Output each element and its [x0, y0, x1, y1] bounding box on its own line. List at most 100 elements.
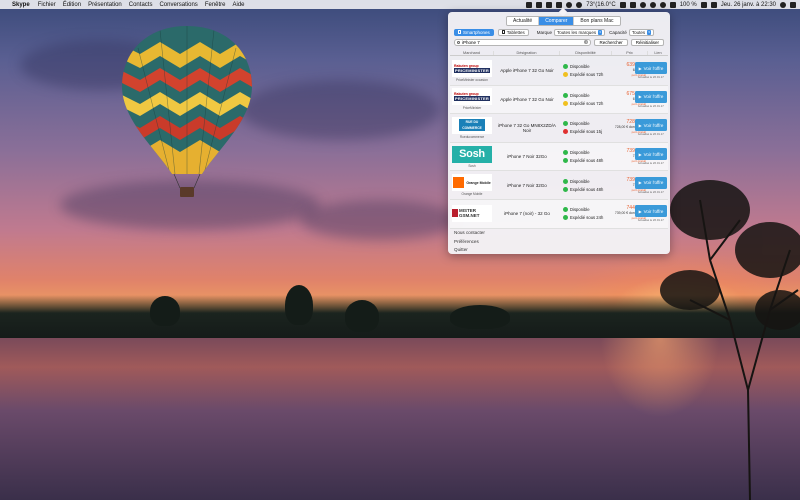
link-cell: ▶ Voir l'offre actualisé le 26.01.17: [635, 205, 668, 222]
merchant-logo: Rakuten group PRICEMINISTER: [452, 88, 492, 106]
rechercher-button[interactable]: Rechercher: [594, 38, 628, 46]
menu-contacts[interactable]: Contacts: [129, 2, 153, 8]
search-icon[interactable]: [780, 1, 786, 8]
voir-offre-button[interactable]: ▶ Voir l'offre: [635, 119, 667, 132]
updated-date: actualisé le 26.01.17: [638, 218, 664, 223]
tab-actualite[interactable]: Actualité: [507, 17, 540, 25]
availability: Disponible Expédié sous 48h: [560, 150, 612, 164]
column-header-lien[interactable]: Lien: [648, 51, 668, 55]
clear-search-icon[interactable]: ×: [584, 40, 589, 44]
notes-icon[interactable]: [629, 1, 636, 8]
logo-main-text: PRICEMINISTER: [454, 67, 490, 73]
voir-offre-button[interactable]: ▶ Voir l'offre: [635, 176, 667, 189]
shipping-status: Expédié sous 15j: [570, 129, 602, 135]
reinitialiser-button[interactable]: Réinitialiser: [630, 38, 664, 46]
link-cell: ▶ Voir l'offre actualisé le 26.01.17: [635, 62, 668, 79]
battery-percent[interactable]: 100 %: [680, 2, 697, 8]
link-cell: ▶ Voir l'offre actualisé le 26.01.17: [635, 119, 668, 136]
menu-edition[interactable]: Édition: [63, 2, 81, 8]
availability-status: Disponible: [570, 178, 590, 184]
tab-bar: Actualité Comparer Bon plans Mac: [506, 16, 621, 26]
weather-icon[interactable]: [576, 1, 583, 8]
table-row: Sosh Sosh iPhone 7 Noir 32Go Disponible …: [450, 142, 668, 172]
column-header-prix[interactable]: Prix: [612, 50, 648, 55]
marque-select[interactable]: Toutes les marques ▾: [554, 28, 606, 36]
filter-smartphones-label: Smartphones: [463, 29, 490, 35]
search-input[interactable]: iPhone 7 ×: [454, 38, 592, 46]
filter-smartphones[interactable]: Smartphones: [454, 28, 494, 36]
tab-comparer[interactable]: Comparer: [539, 17, 575, 25]
status-dot-icon: [563, 150, 568, 156]
quitter-link[interactable]: Quitter: [454, 246, 485, 255]
status-dot-icon: [563, 178, 568, 184]
availability-status: Disponible: [570, 207, 590, 213]
status-dot-icon: [563, 100, 568, 106]
wifi-icon[interactable]: [659, 1, 666, 8]
temperature-readout[interactable]: 73°(16.0°C: [586, 2, 615, 8]
preferences-link[interactable]: Préférences: [454, 238, 485, 247]
status-dot-icon: [563, 215, 568, 221]
availability-status: Disponible: [570, 150, 590, 156]
skype-icon[interactable]: [536, 1, 543, 8]
merchant-cell: RUE DU COMMERCE Rueducommerce: [450, 116, 494, 139]
play-icon: ▶: [638, 94, 642, 100]
table-row: MISTER GSM.NET iPhone 7 (noir) - 32 Go D…: [450, 199, 668, 229]
cloud: [240, 80, 440, 140]
volume-icon[interactable]: [669, 1, 676, 8]
capacite-select[interactable]: Toutes ▾: [628, 28, 655, 36]
tree: [450, 305, 510, 329]
search-row: iPhone 7 × Rechercher Réinitialiser: [454, 38, 664, 46]
merchant-cell: Rakuten group PRICEMINISTER PriceMiniste…: [450, 88, 494, 110]
status-dot-icon: [563, 121, 568, 127]
camera-icon[interactable]: [526, 1, 533, 8]
column-header-disponibilite[interactable]: Disponibilité: [560, 50, 612, 55]
macg-comparator-icon[interactable]: [546, 1, 553, 8]
link-cell: ▶ Voir l'offre actualisé le 26.01.17: [635, 90, 668, 108]
mistergsm-logo-mark: [452, 209, 458, 218]
voir-offre-button[interactable]: ▶ Voir l'offre: [635, 90, 667, 103]
offers-table: Rakuten group PRICEMINISTER PriceMiniste…: [450, 57, 668, 229]
voir-offre-button[interactable]: ▶ Voir l'offre: [635, 148, 667, 161]
voir-offre-label: Voir l'offre: [643, 65, 664, 71]
nous-contacter-link[interactable]: Nous contacter: [454, 229, 485, 238]
voir-offre-button[interactable]: ▶ Voir l'offre: [635, 62, 667, 75]
column-header-marchand[interactable]: Marchand: [450, 50, 494, 55]
logo-main-text: Sosh: [459, 148, 485, 161]
datetime[interactable]: Jeu. 26 janv. à 22:30: [721, 2, 776, 8]
menu-aide[interactable]: Aide: [233, 2, 245, 8]
designation: Apple iPhone 7 32 Go Noir: [500, 68, 554, 74]
column-header-designation[interactable]: Désignation: [494, 50, 560, 55]
printer-icon[interactable]: [556, 1, 563, 8]
filter-tablettes[interactable]: Tablettes: [497, 28, 529, 36]
menu-app-name[interactable]: Skype: [12, 2, 30, 8]
menu-fenetre[interactable]: Fenêtre: [205, 2, 226, 8]
shipping-status: Expédié sous 24h: [570, 215, 604, 221]
capacite-label: Capacité: [609, 29, 627, 35]
filter-bar: Smartphones Tablettes Marque Toutes les …: [454, 28, 664, 36]
designation: iPhone 7 (noir) - 32 Go: [504, 211, 550, 217]
flag-icon[interactable]: [710, 1, 717, 8]
merchant-name: PriceMinister occasion: [456, 77, 488, 82]
dropbox-icon[interactable]: [619, 1, 626, 8]
menu-conversations[interactable]: Conversations: [159, 2, 197, 8]
voir-offre-label: Voir l'offre: [643, 151, 664, 157]
clock-icon[interactable]: [566, 1, 573, 8]
chevron-down-icon: ▾: [647, 29, 652, 35]
shipping-status: Expédié sous 72h: [570, 100, 604, 106]
table-row: Rakuten group PRICEMINISTER PriceMiniste…: [450, 57, 668, 86]
notification-center-icon[interactable]: [790, 1, 796, 8]
tree: [345, 300, 379, 332]
bluetooth-icon[interactable]: [639, 1, 646, 8]
designation: Apple iPhone 7 32 Go Noir: [500, 96, 554, 102]
merchant-cell: Orange Mobile Orange Mobile: [450, 174, 494, 196]
menu-fichier[interactable]: Fichier: [38, 2, 56, 8]
status-dot-icon: [563, 158, 568, 164]
voir-offre-button[interactable]: ▶ Voir l'offre: [635, 205, 667, 218]
timemachine-icon[interactable]: [649, 1, 656, 8]
battery-icon[interactable]: [700, 1, 707, 8]
status-dot-icon: [563, 129, 568, 135]
tab-bon-plans-mac[interactable]: Bon plans Mac: [574, 17, 620, 25]
status-dot-icon: [563, 64, 568, 70]
link-cell: ▶ Voir l'offre actualisé le 26.01.17: [635, 148, 668, 165]
menu-presentation[interactable]: Présentation: [88, 2, 122, 8]
